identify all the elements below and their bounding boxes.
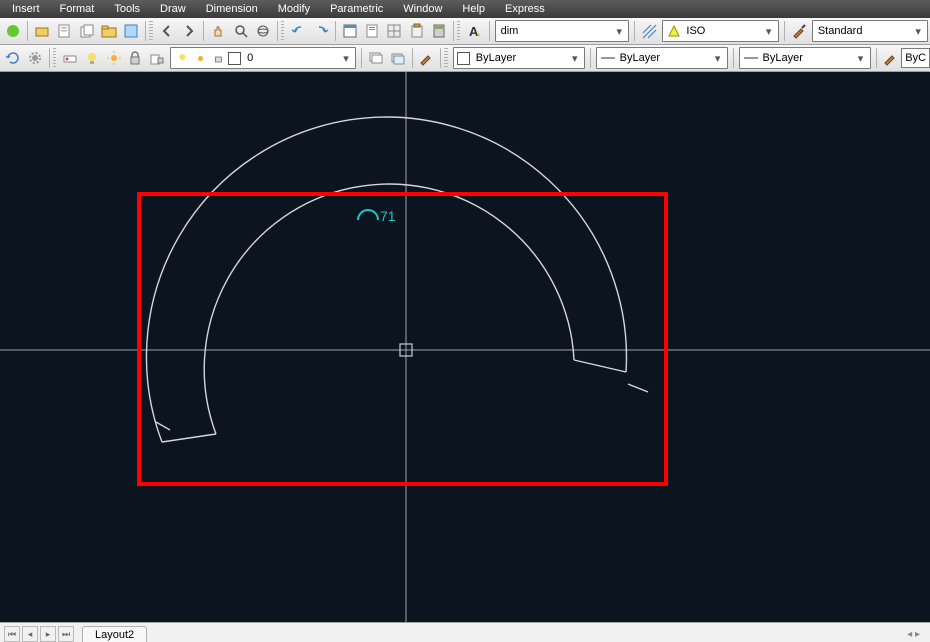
tab-scroll-hint: ◂ ▸ xyxy=(907,629,926,640)
lineweight-preview-icon xyxy=(744,51,758,65)
menu-format[interactable]: Format xyxy=(50,2,105,16)
tool-sheets-icon[interactable] xyxy=(76,19,98,43)
drawing-canvas[interactable]: 71 xyxy=(0,72,930,622)
tool-window-icon[interactable] xyxy=(339,19,361,43)
color-label: ByLayer xyxy=(473,52,568,64)
menu-insert[interactable]: Insert xyxy=(2,2,50,16)
extra-dropdown-label[interactable]: ByC xyxy=(901,48,930,68)
tool-paste-icon[interactable] xyxy=(405,19,427,43)
dim-style-dropdown[interactable]: dim ▾ xyxy=(495,20,630,42)
tool-brush-icon[interactable] xyxy=(788,19,810,43)
tool-text-style-icon[interactable]: A xyxy=(463,19,485,43)
layout-tabs-bar: ⏮ ◂ ▸ ⏭ Layout2 ◂ ▸ xyxy=(0,622,930,642)
tool-refresh-icon[interactable] xyxy=(2,46,24,70)
tool-orbit-icon[interactable] xyxy=(252,19,274,43)
chevron-down-icon: ▾ xyxy=(568,52,582,65)
tool-sheet-icon[interactable] xyxy=(53,19,75,43)
toolbar-row-2: 0 ▾ ByLayer ▾ ByLayer ▾ ByLayer ▾ ByC xyxy=(0,45,930,72)
tool-grid-icon[interactable] xyxy=(383,19,405,43)
toolbar-row-1: A dim ▾ ISO ▾ Standard ▾ xyxy=(0,18,930,45)
menu-dimension[interactable]: Dimension xyxy=(196,2,268,16)
tool-brush2-icon[interactable] xyxy=(879,46,901,70)
chevron-down-icon: ▾ xyxy=(854,52,868,65)
layout-tab-layout2[interactable]: Layout2 xyxy=(82,626,147,642)
dim-style-label: dim xyxy=(498,25,613,37)
chevron-down-icon: ▾ xyxy=(762,25,776,38)
tool-folder-icon[interactable] xyxy=(98,19,120,43)
chevron-down-icon: ▾ xyxy=(711,52,725,65)
menu-draw[interactable]: Draw xyxy=(150,2,196,16)
tool-layers2-icon[interactable] xyxy=(387,46,409,70)
tool-sun-icon[interactable] xyxy=(103,46,125,70)
tab-last-icon[interactable]: ⏭ xyxy=(58,626,74,642)
sun-icon xyxy=(193,51,207,65)
color-swatch xyxy=(457,52,470,65)
tool-bulb-on-icon[interactable] xyxy=(81,46,103,70)
layer-dropdown[interactable]: 0 ▾ xyxy=(170,47,356,69)
lock-icon xyxy=(211,51,225,65)
chevron-down-icon: ▾ xyxy=(339,52,353,65)
standard-dropdown[interactable]: Standard ▾ xyxy=(812,20,928,42)
standard-label: Standard xyxy=(815,25,911,37)
tab-prev-icon[interactable]: ◂ xyxy=(22,626,38,642)
tool-open-icon[interactable] xyxy=(31,19,53,43)
linetype-preview-icon xyxy=(601,51,615,65)
menu-bar: Insert Format Tools Draw Dimension Modif… xyxy=(0,0,930,18)
menu-tools[interactable]: Tools xyxy=(104,2,150,16)
linetype-label: ByLayer xyxy=(617,52,711,64)
svg-text:A: A xyxy=(469,24,479,39)
tab-next-icon[interactable]: ▸ xyxy=(40,626,56,642)
layer-color-swatch xyxy=(228,52,241,65)
chevron-down-icon: ▾ xyxy=(911,25,925,38)
lineweight-dropdown[interactable]: ByLayer ▾ xyxy=(739,47,871,69)
menu-parametric[interactable]: Parametric xyxy=(320,2,393,16)
tool-properties-icon[interactable] xyxy=(361,19,383,43)
tool-lock-icon[interactable] xyxy=(124,46,146,70)
tool-nav-back-icon[interactable] xyxy=(156,19,178,43)
menu-modify[interactable]: Modify xyxy=(268,2,320,16)
tool-redo-icon[interactable] xyxy=(310,19,332,43)
triangle-icon xyxy=(667,24,681,38)
color-dropdown[interactable]: ByLayer ▾ xyxy=(453,47,585,69)
tool-paint-icon[interactable] xyxy=(415,46,437,70)
tool-hand-icon[interactable] xyxy=(207,19,229,43)
tool-green-icon[interactable] xyxy=(2,19,24,43)
tool-zoom-icon[interactable] xyxy=(229,19,251,43)
tool-nav-fwd-icon[interactable] xyxy=(178,19,200,43)
bulb-icon xyxy=(175,51,189,65)
tool-calc-icon[interactable] xyxy=(428,19,450,43)
linetype-dropdown[interactable]: ByLayer ▾ xyxy=(596,47,728,69)
layer-name: 0 xyxy=(244,52,339,64)
iso-dropdown[interactable]: ISO ▾ xyxy=(662,20,778,42)
tool-layers1-icon[interactable] xyxy=(365,46,387,70)
tool-layerstate-icon[interactable] xyxy=(59,46,81,70)
chevron-down-icon: ▾ xyxy=(612,25,626,38)
lineweight-label: ByLayer xyxy=(760,52,854,64)
tab-first-icon[interactable]: ⏮ xyxy=(4,626,20,642)
iso-label: ISO xyxy=(683,25,761,37)
tool-layer-lock-icon[interactable] xyxy=(146,46,168,70)
tool-gear-icon[interactable] xyxy=(24,46,46,70)
tool-palette-icon[interactable] xyxy=(120,19,142,43)
tool-undo-icon[interactable] xyxy=(287,19,309,43)
tool-hatch-icon[interactable] xyxy=(638,19,660,43)
menu-help[interactable]: Help xyxy=(452,2,495,16)
highlight-box xyxy=(137,192,668,486)
menu-window[interactable]: Window xyxy=(393,2,452,16)
menu-express[interactable]: Express xyxy=(495,2,555,16)
